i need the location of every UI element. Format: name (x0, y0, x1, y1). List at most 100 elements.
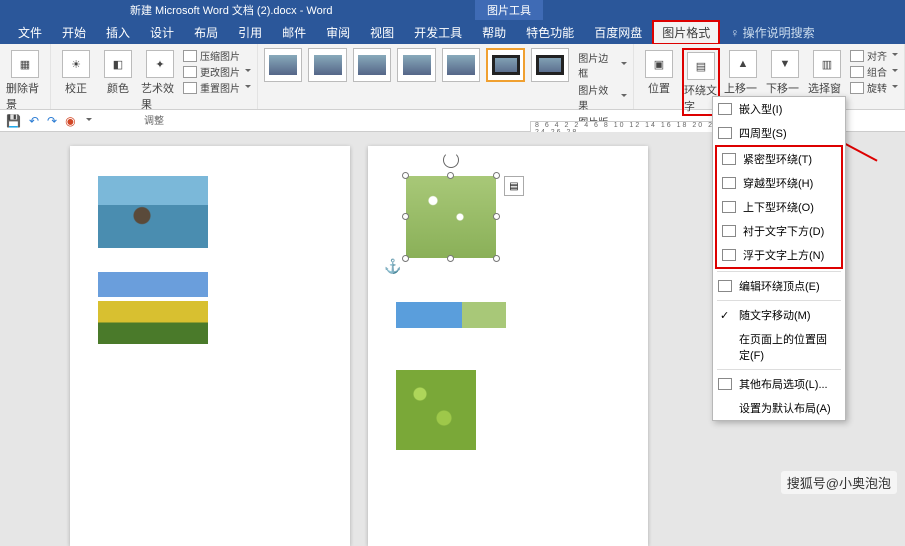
menu-layout[interactable]: 布局 (184, 20, 228, 45)
picture-style-5[interactable] (442, 48, 480, 82)
set-default-layout[interactable]: 设置为默认布局(A) (713, 396, 845, 420)
wrap-through[interactable]: 穿越型环绕(H) (717, 171, 841, 195)
inline-icon (718, 103, 732, 115)
fix-position[interactable]: 在页面上的位置固定(F) (713, 327, 845, 367)
position-icon: ▣ (645, 50, 673, 78)
contextual-tab-label: 图片工具 (475, 0, 543, 20)
resize-handle-r[interactable] (493, 213, 500, 220)
rotate-handle[interactable] (443, 152, 459, 168)
menu-insert[interactable]: 插入 (96, 20, 140, 45)
picture-border-button[interactable]: 图片边框 (575, 50, 627, 80)
align-icon (850, 50, 864, 62)
reset-icon (183, 82, 197, 94)
wrap-square[interactable]: 四周型(S) (713, 121, 845, 145)
artistic-effects-button[interactable]: ✦艺术效果 (141, 48, 179, 112)
picture-style-1[interactable] (264, 48, 302, 82)
qat-more-icon[interactable] (86, 118, 92, 124)
change-picture-button[interactable]: 更改图片 (183, 64, 251, 79)
menu-file[interactable]: 文件 (8, 20, 52, 45)
remove-bg-icon: ▦ (11, 50, 39, 78)
rotate-button[interactable]: 旋转 (850, 80, 898, 95)
ribbon-styles-group: 图片边框 图片效果 图片版式 图片样式 (258, 44, 634, 109)
backward-icon: ▼ (771, 50, 799, 78)
tell-me-search[interactable]: ♀ 操作说明搜索 (730, 24, 814, 41)
save-button[interactable]: 💾 (6, 114, 21, 128)
adjust-group-label: 调整 (144, 112, 164, 127)
resize-handle-br[interactable] (493, 255, 500, 262)
color-button[interactable]: ◧颜色 (99, 48, 137, 96)
group-button[interactable]: 组合 (850, 64, 898, 79)
picture-style-6[interactable] (486, 48, 525, 82)
menu-review[interactable]: 审阅 (316, 20, 360, 45)
menu-home[interactable]: 开始 (52, 20, 96, 45)
undo-button[interactable]: ↶ (29, 114, 39, 128)
reset-picture-button[interactable]: 重置图片 (183, 80, 251, 95)
front-icon (722, 249, 736, 261)
tight-icon (722, 153, 736, 165)
adjust-small-buttons: 压缩图片 更改图片 重置图片 (183, 48, 251, 95)
corrections-button[interactable]: ☀校正 (57, 48, 95, 96)
image-flowers[interactable] (98, 272, 208, 344)
move-with-text[interactable]: 随文字移动(M) (713, 303, 845, 327)
wrap-behind[interactable]: 衬于文字下方(D) (717, 219, 841, 243)
align-button[interactable]: 对齐 (850, 48, 898, 63)
picture-style-4[interactable] (397, 48, 435, 82)
menu-view[interactable]: 视图 (360, 20, 404, 45)
wrap-inline[interactable]: 嵌入型(I) (713, 97, 845, 121)
image-duck[interactable] (98, 176, 208, 248)
layout-options-button[interactable]: ▤ (504, 176, 524, 196)
color-icon: ◧ (104, 50, 132, 78)
group-icon (850, 66, 864, 78)
anchor-icon[interactable]: ⚓ (384, 258, 401, 275)
resize-handle-tl[interactable] (402, 172, 409, 179)
ribbon-adjust-group: ☀校正 ◧颜色 ✦艺术效果 压缩图片 更改图片 重置图片 调整 (51, 44, 258, 109)
dropdown-separator-1 (717, 271, 841, 272)
menu-features[interactable]: 特色功能 (516, 20, 584, 45)
edit-wrap-points[interactable]: 编辑环绕顶点(E) (713, 274, 845, 298)
arrange-small-buttons: 对齐 组合 旋转 (850, 48, 898, 95)
more-icon (718, 378, 732, 390)
menu-bar: 文件 开始 插入 设计 布局 引用 邮件 审阅 视图 开发工具 帮助 特色功能 … (0, 20, 905, 44)
picture-style-3[interactable] (353, 48, 391, 82)
image-leaves[interactable] (396, 370, 476, 450)
more-layout-options[interactable]: 其他布局选项(L)... (713, 372, 845, 396)
menu-mailings[interactable]: 邮件 (272, 20, 316, 45)
menu-picture-format[interactable]: 图片格式 (652, 20, 720, 45)
selected-image-container[interactable]: ⚓ ▤ (406, 176, 496, 258)
behind-icon (722, 225, 736, 237)
position-button[interactable]: ▣位置 (640, 48, 678, 96)
menu-devtools[interactable]: 开发工具 (404, 20, 472, 45)
edit-points-icon (718, 280, 732, 292)
window-title: 新建 Microsoft Word 文档 (2).docx - Word (130, 2, 333, 18)
wrap-topbottom[interactable]: 上下型环绕(O) (717, 195, 841, 219)
compress-pictures-button[interactable]: 压缩图片 (183, 48, 251, 63)
menu-baidu[interactable]: 百度网盘 (584, 20, 652, 45)
menu-help[interactable]: 帮助 (472, 20, 516, 45)
menu-design[interactable]: 设计 (140, 20, 184, 45)
highlighted-wrap-group: 紧密型环绕(T) 穿越型环绕(H) 上下型环绕(O) 衬于文字下方(D) 浮于文… (715, 145, 843, 269)
resize-handle-tr[interactable] (493, 172, 500, 179)
forward-icon: ▲ (729, 50, 757, 78)
picture-style-2[interactable] (308, 48, 346, 82)
wrap-text-dropdown: 嵌入型(I) 四周型(S) 紧密型环绕(T) 穿越型环绕(H) 上下型环绕(O)… (712, 96, 846, 421)
resize-handle-bl[interactable] (402, 255, 409, 262)
image-strip[interactable] (396, 302, 506, 328)
dropdown-separator-3 (717, 369, 841, 370)
menu-references[interactable]: 引用 (228, 20, 272, 45)
picture-effects-button[interactable]: 图片效果 (575, 82, 627, 112)
wrap-tight[interactable]: 紧密型环绕(T) (717, 147, 841, 171)
selection-icon: ▥ (813, 50, 841, 78)
picture-style-7[interactable] (531, 48, 569, 82)
page-2: ⚓ ▤ (368, 146, 648, 546)
topbottom-icon (722, 201, 736, 213)
image-blossom[interactable] (406, 176, 496, 258)
wrap-icon: ▤ (687, 52, 715, 80)
remove-background-button[interactable]: ▦ 删除背景 (6, 48, 44, 112)
change-icon (183, 66, 197, 78)
wrap-front[interactable]: 浮于文字上方(N) (717, 243, 841, 267)
powerpoint-icon[interactable]: ◉ (65, 114, 75, 128)
resize-handle-l[interactable] (402, 213, 409, 220)
resize-handle-t[interactable] (447, 172, 454, 179)
resize-handle-b[interactable] (447, 255, 454, 262)
redo-button[interactable]: ↷ (47, 114, 57, 128)
